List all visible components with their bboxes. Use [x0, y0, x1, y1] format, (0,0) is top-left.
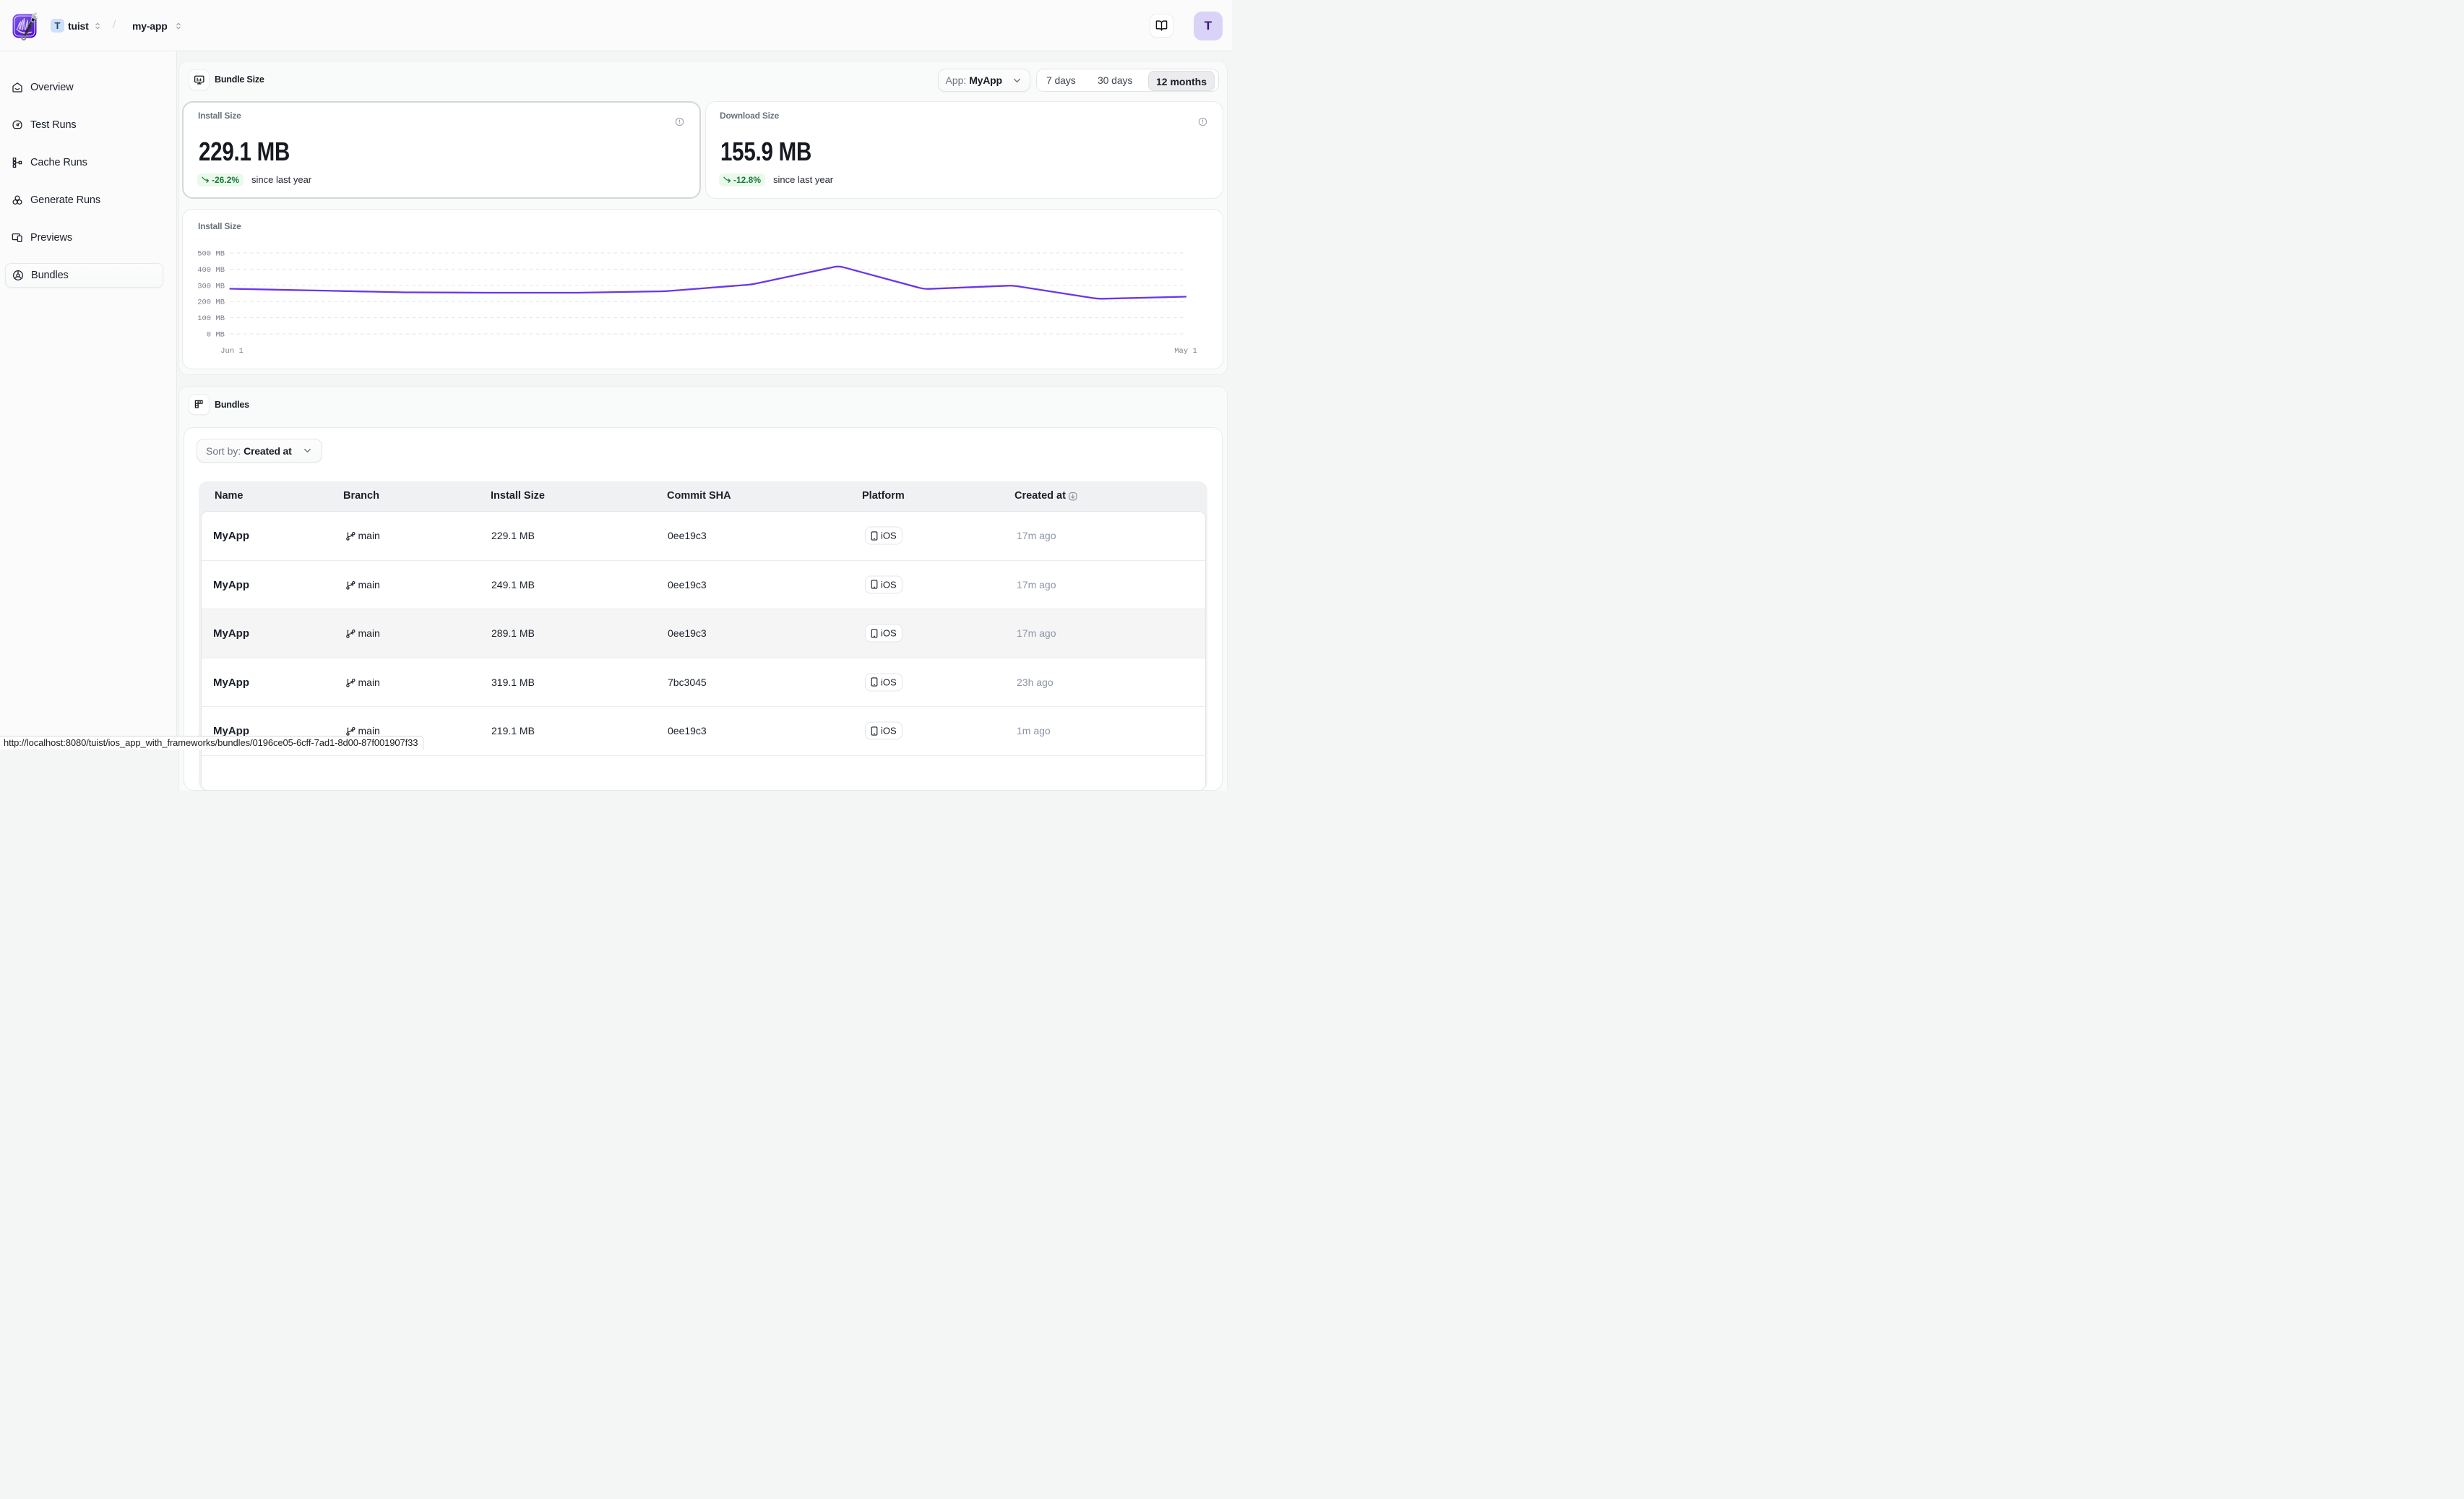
svg-text:0 MB: 0 MB	[207, 331, 225, 340]
svg-text:100 MB: 100 MB	[197, 314, 225, 323]
svg-text:May 1: May 1	[1174, 347, 1197, 356]
svg-text:400 MB: 400 MB	[197, 266, 225, 275]
svg-text:200 MB: 200 MB	[197, 298, 225, 307]
svg-text:Jun 1: Jun 1	[220, 347, 244, 356]
svg-text:300 MB: 300 MB	[197, 282, 225, 291]
svg-text:500 MB: 500 MB	[197, 250, 225, 259]
